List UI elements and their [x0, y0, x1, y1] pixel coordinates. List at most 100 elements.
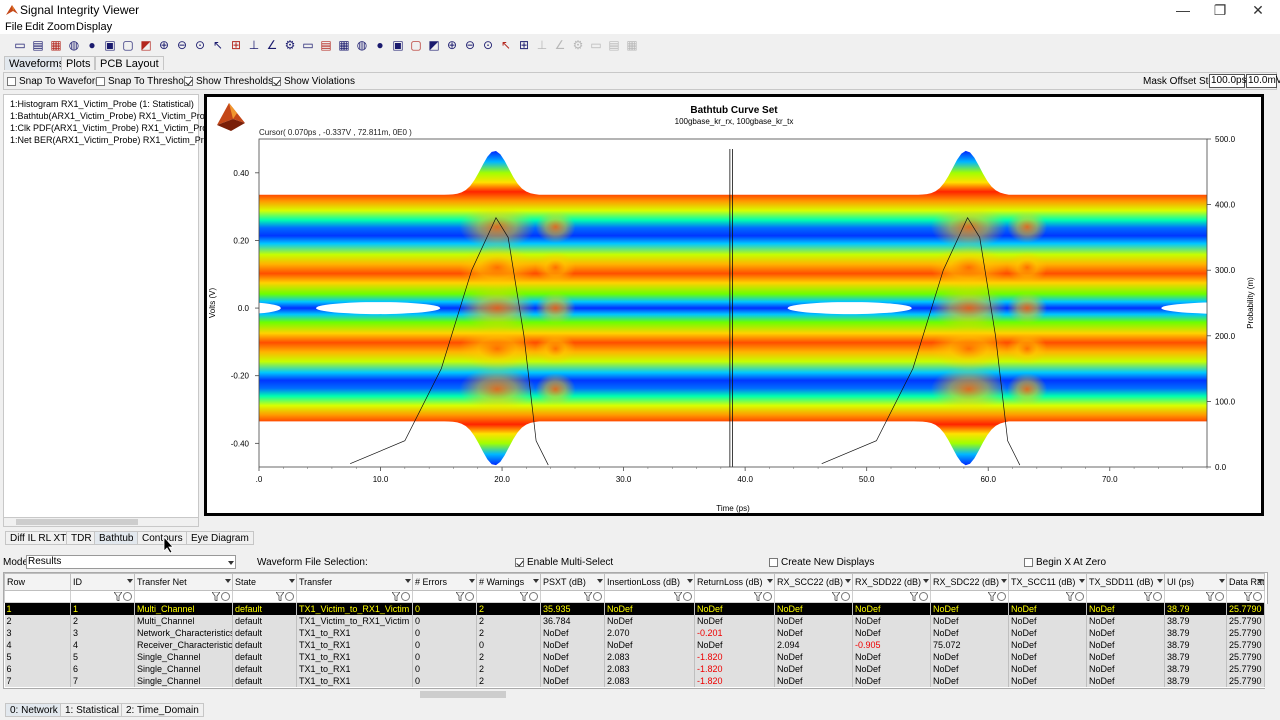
table-cell[interactable]: TX1_to_RX1 [296, 675, 413, 687]
filter-clear-icon[interactable] [763, 592, 772, 601]
filter-icon[interactable] [456, 592, 464, 601]
table-cell[interactable]: NoDef [604, 615, 695, 627]
cursor-icon[interactable]: ↖ [498, 37, 514, 53]
tab-time-domain[interactable]: 2: Time_Domain [121, 703, 204, 717]
measure-icon[interactable]: ▣ [102, 37, 118, 53]
open-icon[interactable]: ▭ [300, 37, 316, 53]
snap-to-waveform-checkbox[interactable]: Snap To Waveform [7, 76, 103, 87]
table-cell[interactable]: -0.905 [852, 639, 931, 651]
tab-eye-diagram[interactable]: Eye Diagram [186, 531, 254, 545]
table-cell[interactable]: NoDef [774, 615, 853, 627]
filter-clear-icon[interactable] [841, 592, 850, 601]
column-header[interactable]: Transfer [296, 573, 413, 591]
table-cell[interactable]: NoDef [852, 602, 931, 615]
column-filter-cell[interactable] [1086, 590, 1165, 603]
close-button[interactable]: ✕ [1238, 0, 1278, 20]
table-cell[interactable]: 38.79 [1164, 627, 1227, 639]
column-filter-cell[interactable] [852, 590, 931, 603]
tree-item-net-ber[interactable]: 1:Net BER(ARX1_Victim_Probe) RX1_Victim_… [10, 135, 219, 145]
table-cell[interactable]: 2 [476, 675, 541, 687]
table-horizontal-scrollbar[interactable] [410, 690, 1268, 700]
tree-item-clk-pdf[interactable]: 1:Clk PDF(ARX1_Victim_Probe) RX1_Victim_… [10, 123, 217, 133]
table-cell[interactable]: Network_Characteristics [134, 627, 233, 639]
table-cell[interactable]: 2 [476, 615, 541, 627]
table-cell[interactable]: NoDef [774, 651, 853, 663]
column-filter-cell[interactable] [540, 590, 605, 603]
table-cell[interactable]: 1 [4, 602, 71, 615]
grid-icon[interactable]: ⊞ [516, 37, 532, 53]
menu-zoom[interactable]: Zoom [47, 20, 75, 34]
table-cell[interactable]: NoDef [1086, 602, 1165, 615]
table-cell[interactable]: NoDef [604, 602, 695, 615]
zoom-fit-icon[interactable]: ⊙ [192, 37, 208, 53]
table-cell[interactable]: 2.070 [604, 627, 695, 639]
table-cell[interactable]: 0 [412, 651, 477, 663]
zoom-out-icon[interactable]: ⊖ [174, 37, 190, 53]
column-header[interactable]: RX_SCC22 (dB) [774, 573, 853, 591]
filter-icon[interactable] [1206, 592, 1214, 601]
filter-icon[interactable] [754, 592, 762, 601]
table-cell[interactable]: NoDef [1008, 639, 1087, 651]
save-icon[interactable]: ▤ [318, 37, 334, 53]
column-filter-cell[interactable] [232, 590, 297, 603]
zoom-icon[interactable]: ◩ [138, 37, 154, 53]
sphere-icon[interactable]: ● [84, 37, 100, 53]
chevron-down-icon[interactable] [597, 579, 603, 583]
save-icon[interactable]: ▤ [606, 37, 622, 53]
column-header[interactable]: # Warnings [476, 573, 541, 591]
chevron-down-icon[interactable] [127, 579, 133, 583]
left-horizontal-scrollbar[interactable] [3, 517, 199, 527]
table-cell[interactable]: TX1_to_RX1 [296, 663, 413, 675]
table-cell[interactable]: 0 [412, 663, 477, 675]
scroll-thumb[interactable] [16, 519, 138, 525]
table-cell[interactable]: NoDef [694, 639, 775, 651]
table-cell[interactable]: default [232, 651, 297, 663]
menu-file[interactable]: File [5, 20, 23, 34]
chevron-down-icon[interactable] [845, 579, 851, 583]
table-cell[interactable]: 4 [70, 639, 135, 651]
table-cell[interactable]: 38.79 [1164, 651, 1227, 663]
table-cell[interactable]: NoDef [694, 615, 775, 627]
tab-waveforms[interactable]: Waveforms [4, 56, 70, 70]
table-cell[interactable]: TX1_to_RX1 [296, 651, 413, 663]
open-icon[interactable]: ▭ [588, 37, 604, 53]
table-cell[interactable]: Single_Channel [134, 675, 233, 687]
column-header[interactable]: ReturnLoss (dB) [694, 573, 775, 591]
table-cell[interactable]: 38.79 [1164, 663, 1227, 675]
sphere-icon[interactable]: ● [372, 37, 388, 53]
tree-item-bathtub[interactable]: 1:Bathtub(ARX1_Victim_Probe) RX1_Victim_… [10, 111, 215, 121]
column-filter-cell[interactable] [296, 590, 413, 603]
table-cell[interactable]: Multi_Channel [134, 615, 233, 627]
table-cell[interactable]: NoDef [694, 602, 775, 615]
table-row[interactable]: 3 3 Network_Characteristics default TX1_to_R… [4, 627, 1265, 639]
column-filter-cell[interactable] [694, 590, 775, 603]
table-cell[interactable]: 0 [412, 675, 477, 687]
column-header[interactable]: RX_SDD22 (dB) [852, 573, 931, 591]
filter-clear-icon[interactable] [1153, 592, 1162, 601]
chevron-down-icon[interactable] [1079, 579, 1085, 583]
column-filter-cell[interactable] [930, 590, 1009, 603]
filter-icon[interactable] [520, 592, 528, 601]
table-cell[interactable]: 0 [412, 602, 477, 615]
tree-item-histogram[interactable]: 1:Histogram RX1_Victim_Probe (1: Statist… [10, 99, 194, 109]
filter-clear-icon[interactable] [919, 592, 928, 601]
tab-plots[interactable]: Plots [61, 56, 96, 70]
table-cell[interactable]: default [232, 602, 297, 615]
table-cell[interactable]: 25.7790 [1226, 663, 1265, 675]
table-cell[interactable]: 38.79 [1164, 639, 1227, 651]
chevron-down-icon[interactable] [405, 579, 411, 583]
filter-clear-icon[interactable] [465, 592, 474, 601]
grid-icon[interactable]: ⊞ [228, 37, 244, 53]
table-cell[interactable]: NoDef [852, 615, 931, 627]
table-cell[interactable]: default [232, 663, 297, 675]
table-cell[interactable]: NoDef [930, 663, 1009, 675]
print-icon[interactable]: ▦ [624, 37, 640, 53]
filter-clear-icon[interactable] [997, 592, 1006, 601]
enable-multi-select-checkbox[interactable]: Enable Multi-Select [515, 557, 613, 568]
table-cell[interactable]: TX1_to_RX1 [296, 639, 413, 651]
table-cell[interactable]: NoDef [930, 602, 1009, 615]
show-thresholds-checkbox[interactable]: Show Thresholds [184, 76, 273, 87]
column-header[interactable]: # Errors [412, 573, 477, 591]
chevron-down-icon[interactable] [767, 579, 773, 583]
column-filter-cell[interactable] [604, 590, 695, 603]
